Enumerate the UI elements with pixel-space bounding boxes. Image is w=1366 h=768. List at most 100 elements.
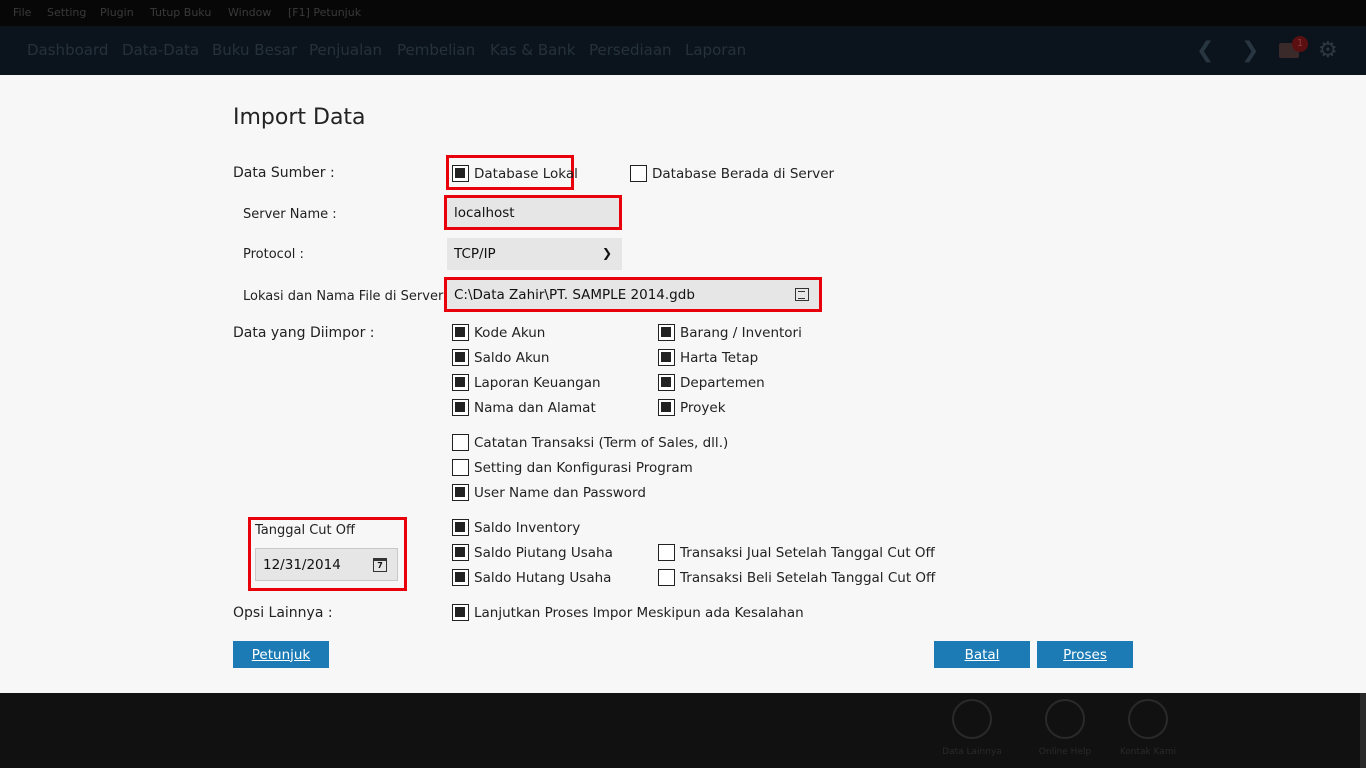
data-diimpor-label: Data yang Diimpor :	[233, 325, 375, 341]
data-sumber-label: Data Sumber :	[233, 165, 335, 181]
checkbox-box[interactable]	[452, 459, 469, 476]
checkbox-box[interactable]	[658, 399, 675, 416]
checkbox-box[interactable]	[658, 374, 675, 391]
protocol-value: TCP/IP	[454, 246, 496, 262]
checkbox-label: Kode Akun	[474, 324, 546, 341]
checkbox-box[interactable]	[452, 544, 469, 561]
departemen-checkbox[interactable]: Departemen	[658, 374, 765, 391]
server-name-label: Server Name :	[243, 207, 337, 222]
checkbox-box[interactable]	[452, 399, 469, 416]
mail-badge: 1	[1292, 36, 1308, 52]
lokasi-file-input[interactable]: C:\Data Zahir\PT. SAMPLE 2014.gdb	[447, 280, 819, 309]
chevron-down-icon: ❯	[601, 246, 612, 260]
cutoff-date-input[interactable]: 12/31/2014 7	[255, 548, 398, 581]
menu-petunjuk[interactable]: [F1] Petunjuk	[288, 6, 361, 19]
checkbox-box[interactable]	[452, 165, 469, 182]
gear-icon[interactable]: ⚙	[1318, 38, 1338, 63]
phone-icon	[1045, 699, 1085, 739]
chevron-right-icon[interactable]: ❯	[1241, 38, 1259, 63]
nav-bar: Dashboard Data-Data Buku Besar Penjualan…	[0, 26, 1366, 75]
checkbox-label: Transaksi Jual Setelah Tanggal Cut Off	[680, 544, 935, 561]
checkbox-box[interactable]	[452, 349, 469, 366]
data-lainnya-button[interactable]: Data Lainnya	[932, 699, 1012, 757]
transaksi-beli-checkbox[interactable]: Transaksi Beli Setelah Tanggal Cut Off	[658, 569, 935, 586]
server-name-value: localhost	[454, 204, 515, 221]
lanjutkan-proses-checkbox[interactable]: Lanjutkan Proses Impor Meskipun ada Kesa…	[452, 604, 804, 621]
checkbox-box[interactable]	[452, 324, 469, 341]
checkbox-box[interactable]	[658, 324, 675, 341]
saldo-hutang-checkbox[interactable]: Saldo Hutang Usaha	[452, 569, 611, 586]
nav-pembelian[interactable]: Pembelian	[397, 41, 475, 59]
protocol-select[interactable]: TCP/IP ❯	[447, 238, 622, 270]
checkbox-label: Nama dan Alamat	[474, 399, 596, 416]
checkbox-label: Saldo Hutang Usaha	[474, 569, 612, 586]
kode-akun-checkbox[interactable]: Kode Akun	[452, 324, 545, 341]
proses-button[interactable]: Proses	[1037, 641, 1133, 668]
menu-tutup-buku[interactable]: Tutup Buku	[150, 6, 211, 19]
proyek-checkbox[interactable]: Proyek	[658, 399, 726, 416]
checkbox-label: Lanjutkan Proses Impor Meskipun ada Kesa…	[474, 604, 804, 621]
checkbox-box[interactable]	[658, 569, 675, 586]
menu-file[interactable]: File	[13, 6, 31, 19]
harta-tetap-checkbox[interactable]: Harta Tetap	[658, 349, 758, 366]
checkbox-box[interactable]	[630, 165, 647, 182]
checkbox-box[interactable]	[452, 434, 469, 451]
checkbox-label: Barang / Inventori	[680, 324, 802, 341]
checkbox-label: Saldo Inventory	[474, 519, 581, 536]
transaksi-jual-checkbox[interactable]: Transaksi Jual Setelah Tanggal Cut Off	[658, 544, 935, 561]
document-icon	[952, 699, 992, 739]
database-lokal-checkbox[interactable]: Database Lokal	[452, 165, 578, 182]
saldo-piutang-checkbox[interactable]: Saldo Piutang Usaha	[452, 544, 613, 561]
checkbox-label: Laporan Keuangan	[474, 374, 601, 391]
saldo-inventory-checkbox[interactable]: Saldo Inventory	[452, 519, 580, 536]
checkbox-box[interactable]	[452, 569, 469, 586]
cutoff-date-value: 12/31/2014	[263, 556, 341, 573]
nav-kas-bank[interactable]: Kas & Bank	[490, 41, 576, 59]
checkbox-box[interactable]	[658, 349, 675, 366]
laporan-keuangan-checkbox[interactable]: Laporan Keuangan	[452, 374, 601, 391]
footer-label: Kontak Kami	[1119, 747, 1177, 757]
chevron-left-icon[interactable]: ❮	[1196, 38, 1214, 63]
nav-persediaan[interactable]: Persediaan	[589, 41, 672, 59]
checkbox-label: Saldo Akun	[474, 349, 550, 366]
footer-bar: Data Lainnya Online Help Kontak Kami	[0, 693, 1366, 768]
nav-penjualan[interactable]: Penjualan	[309, 41, 382, 59]
cutoff-label: Tanggal Cut Off	[255, 523, 355, 538]
nav-dashboard[interactable]: Dashboard	[27, 41, 108, 59]
kontak-kami-button[interactable]: Kontak Kami	[1108, 699, 1188, 757]
checkbox-box[interactable]	[452, 604, 469, 621]
nav-data-data[interactable]: Data-Data	[122, 41, 199, 59]
petunjuk-button[interactable]: Petunjuk	[233, 641, 329, 668]
checkbox-box[interactable]	[658, 544, 675, 561]
footer-label: Online Help	[1038, 747, 1092, 757]
batal-button[interactable]: Batal	[934, 641, 1030, 668]
server-name-input[interactable]: localhost	[447, 198, 619, 227]
checkbox-box[interactable]	[452, 484, 469, 501]
checkbox-label: Departemen	[680, 374, 765, 391]
checkbox-label: Proyek	[680, 399, 726, 416]
checkbox-box[interactable]	[452, 374, 469, 391]
calendar-icon[interactable]: 7	[373, 558, 387, 572]
nav-laporan[interactable]: Laporan	[685, 41, 746, 59]
barang-inventori-checkbox[interactable]: Barang / Inventori	[658, 324, 802, 341]
user-password-checkbox[interactable]: User Name dan Password	[452, 484, 646, 501]
protocol-label: Protocol :	[243, 247, 304, 262]
nama-alamat-checkbox[interactable]: Nama dan Alamat	[452, 399, 596, 416]
checkbox-box[interactable]	[452, 519, 469, 536]
checkbox-label: Transaksi Beli Setelah Tanggal Cut Off	[680, 569, 936, 586]
setting-konfigurasi-checkbox[interactable]: Setting dan Konfigurasi Program	[452, 459, 693, 476]
menu-setting[interactable]: Setting	[47, 6, 86, 19]
database-server-checkbox[interactable]: Database Berada di Server	[630, 165, 834, 182]
catatan-transaksi-checkbox[interactable]: Catatan Transaksi (Term of Sales, dll.)	[452, 434, 728, 451]
nav-buku-besar[interactable]: Buku Besar	[212, 41, 297, 59]
checkbox-label: Catatan Transaksi (Term of Sales, dll.)	[474, 434, 729, 451]
checkbox-label: Database Berada di Server	[652, 165, 835, 182]
scrollbar[interactable]	[1360, 693, 1366, 768]
browse-file-icon[interactable]	[795, 288, 809, 301]
saldo-akun-checkbox[interactable]: Saldo Akun	[452, 349, 549, 366]
online-help-button[interactable]: Online Help	[1025, 699, 1105, 757]
checkbox-label: Database Lokal	[474, 165, 578, 182]
menu-window[interactable]: Window	[228, 6, 271, 19]
checkbox-label: Harta Tetap	[680, 349, 759, 366]
menu-plugin[interactable]: Plugin	[100, 6, 134, 19]
